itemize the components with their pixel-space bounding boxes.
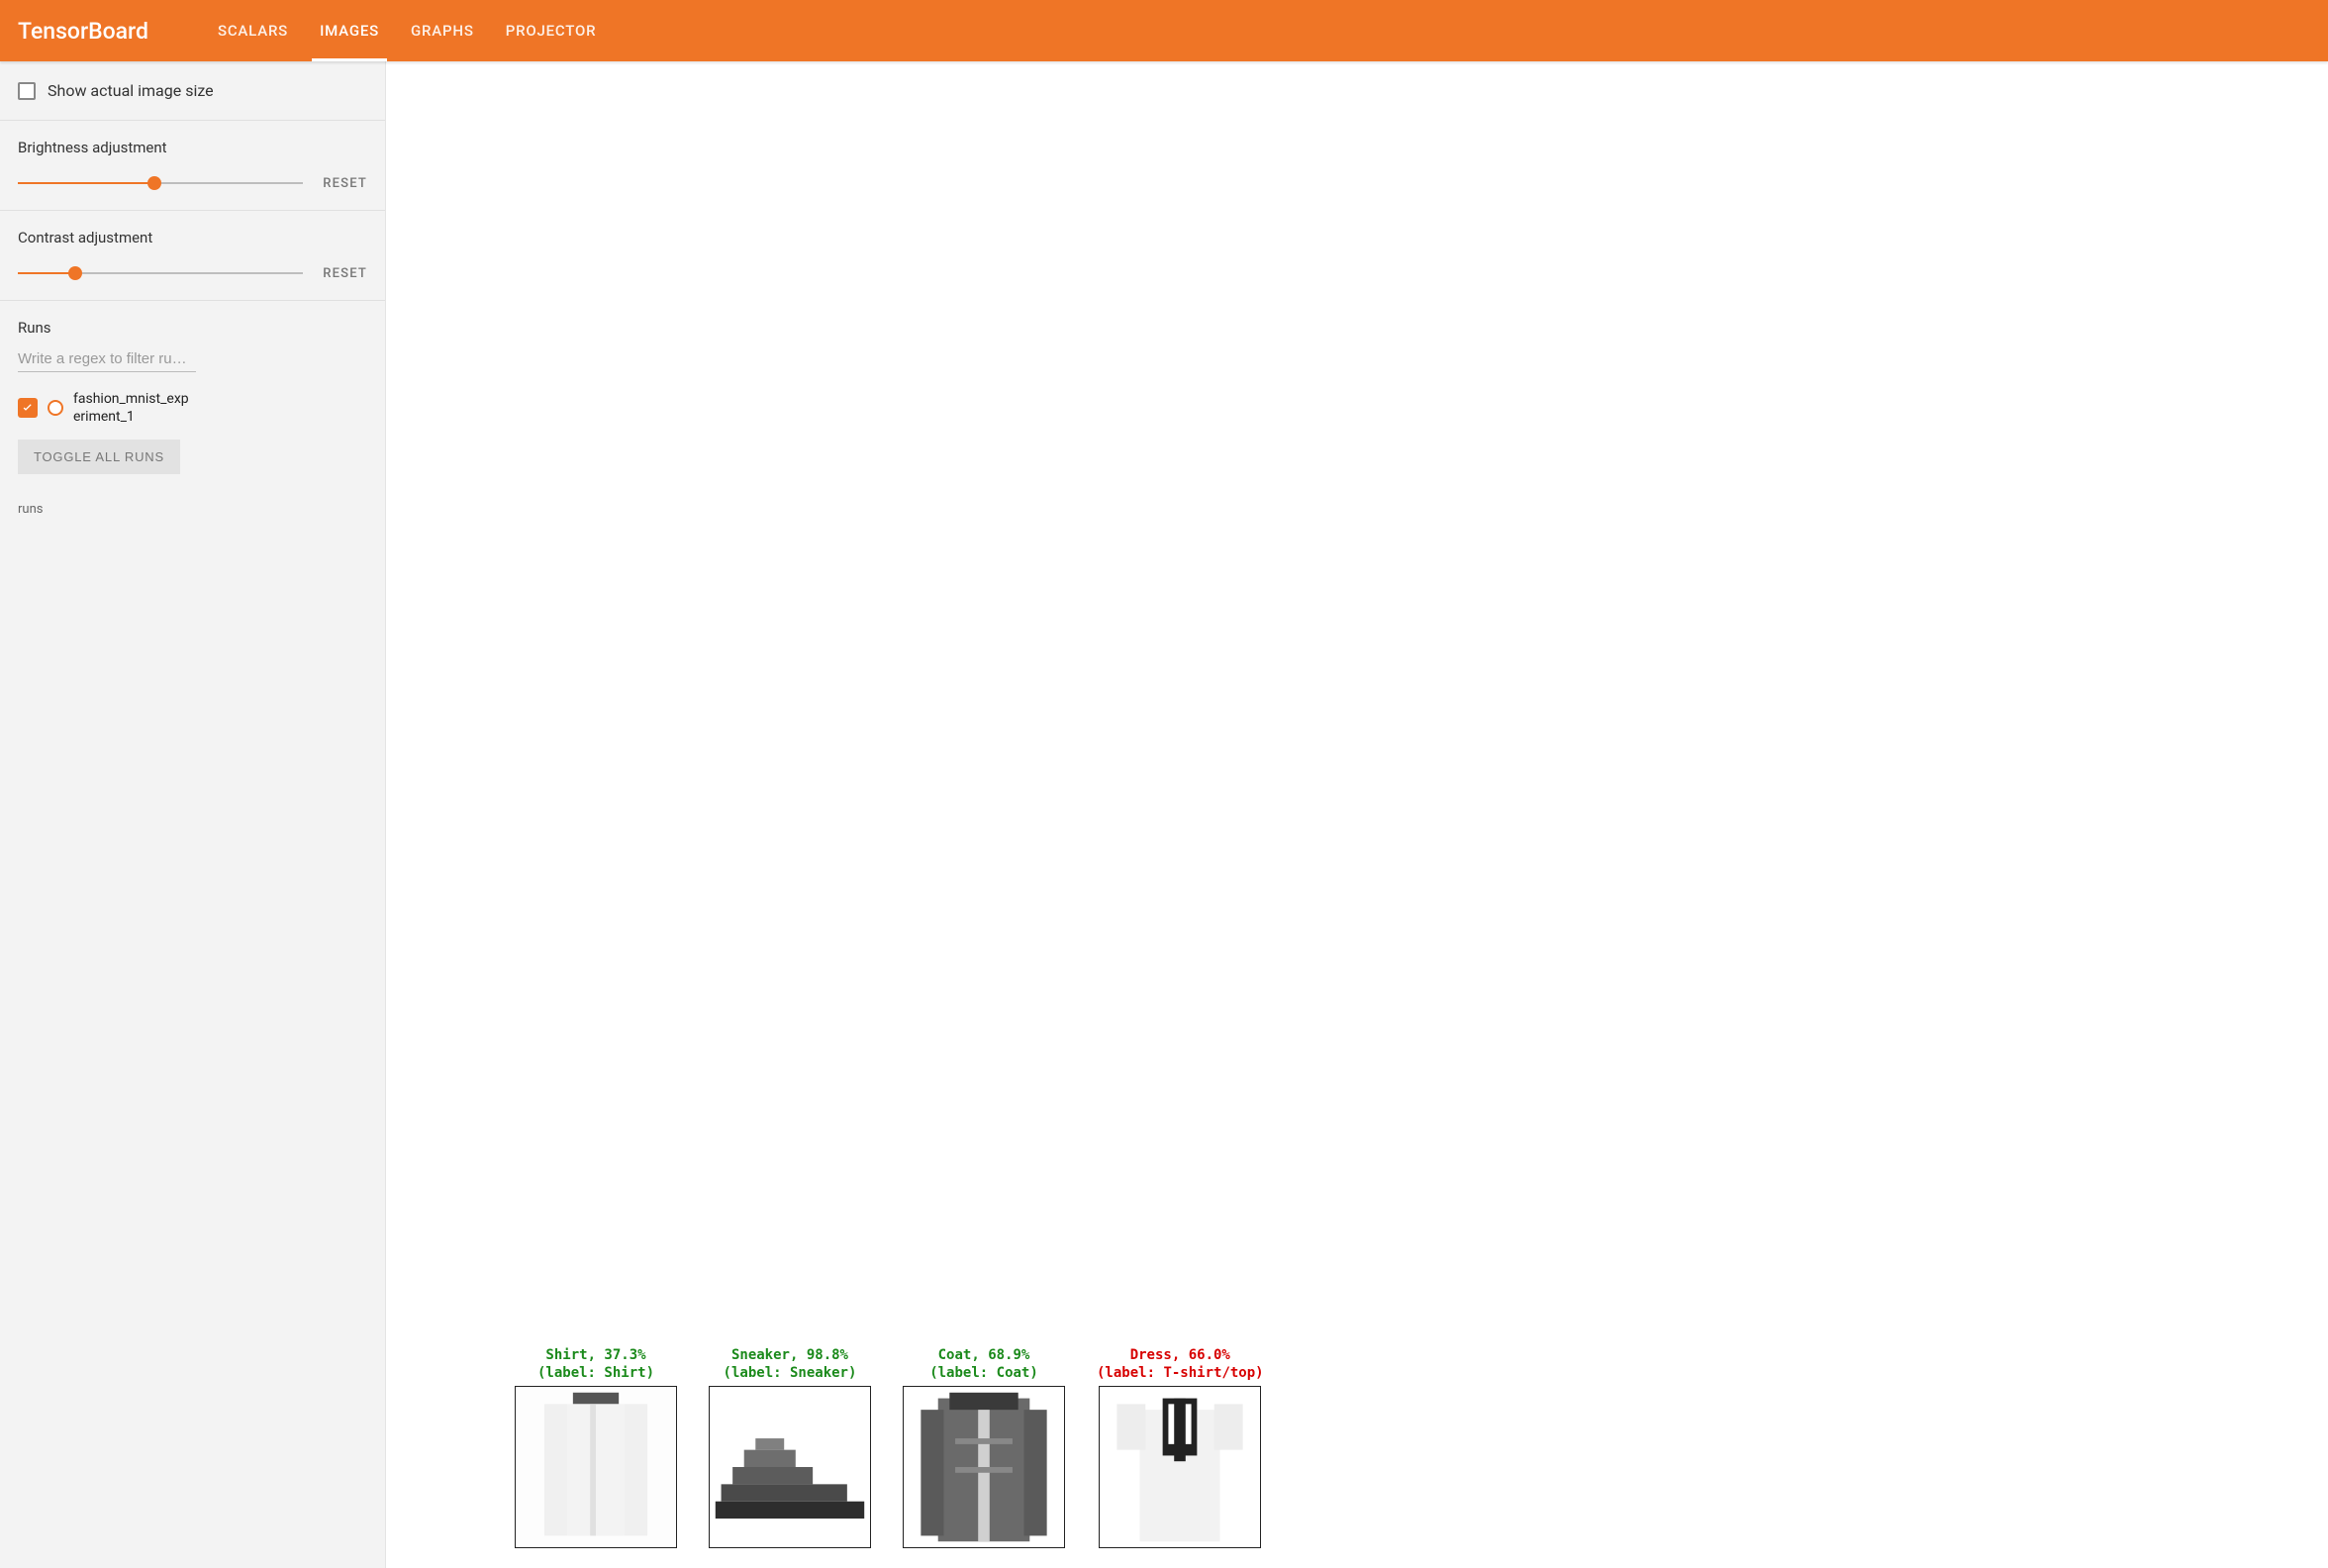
run-name: fashion_mnist_experiment_1	[73, 390, 192, 426]
brightness-reset-button[interactable]: RESET	[323, 176, 367, 191]
runs-title: Runs	[18, 319, 367, 337]
contrast-section: Contrast adjustment RESET	[0, 211, 385, 301]
image-thumb-0[interactable]	[515, 1386, 677, 1548]
image-caption-1: Sneaker, 98.8% (label: Sneaker)	[724, 1347, 857, 1382]
image-thumb-2[interactable]	[903, 1386, 1065, 1548]
image-caption-0: Shirt, 37.3% (label: Shirt)	[537, 1347, 654, 1382]
image-item-2: Coat, 68.9% (label: Coat)	[903, 1347, 1065, 1548]
image-item-3: Dress, 66.0% (label: T-shirt/top)	[1097, 1347, 1264, 1548]
image-grid: Shirt, 37.3% (label: Shirt) S	[515, 1347, 1264, 1548]
run-item: fashion_mnist_experiment_1	[18, 390, 367, 426]
coat-icon	[904, 1387, 1064, 1547]
tab-images[interactable]: IMAGES	[320, 0, 379, 61]
main-area: Shirt, 37.3% (label: Shirt) S	[386, 61, 2328, 1568]
runs-section: Runs fashion_mnist_experiment_1 TOGGLE A…	[0, 301, 385, 492]
tabs: SCALARS IMAGES GRAPHS PROJECTOR	[218, 0, 596, 61]
contrast-slider[interactable]	[18, 264, 303, 282]
runs-filter-input[interactable]	[18, 346, 196, 372]
image-item-0: Shirt, 37.3% (label: Shirt)	[515, 1347, 677, 1548]
tab-projector[interactable]: PROJECTOR	[506, 0, 597, 61]
brightness-slider[interactable]	[18, 174, 303, 192]
run-color-swatch[interactable]	[48, 400, 63, 416]
image-caption-3: Dress, 66.0% (label: T-shirt/top)	[1097, 1347, 1264, 1382]
image-item-1: Sneaker, 98.8% (label: Sneaker)	[709, 1347, 871, 1548]
image-thumb-3[interactable]	[1099, 1386, 1261, 1548]
run-checkbox[interactable]	[18, 398, 38, 418]
sneaker-icon	[710, 1387, 870, 1547]
tab-graphs[interactable]: GRAPHS	[411, 0, 474, 61]
tshirt-icon	[1100, 1387, 1260, 1547]
brightness-title: Brightness adjustment	[18, 139, 367, 156]
show-actual-size-label: Show actual image size	[48, 81, 214, 100]
brightness-section: Brightness adjustment RESET	[0, 121, 385, 211]
contrast-title: Contrast adjustment	[18, 229, 367, 246]
tab-scalars[interactable]: SCALARS	[218, 0, 288, 61]
image-caption-2: Coat, 68.9% (label: Coat)	[929, 1347, 1038, 1382]
shirt-icon	[516, 1387, 676, 1547]
show-actual-size-row: Show actual image size	[0, 61, 385, 121]
contrast-reset-button[interactable]: RESET	[323, 266, 367, 281]
runs-footer: runs	[0, 502, 385, 535]
sidebar: Show actual image size Brightness adjust…	[0, 61, 386, 1568]
top-header: TensorBoard SCALARS IMAGES GRAPHS PROJEC…	[0, 0, 2328, 61]
toggle-all-runs-button[interactable]: TOGGLE ALL RUNS	[18, 440, 180, 474]
app-logo: TensorBoard	[18, 18, 148, 45]
image-thumb-1[interactable]	[709, 1386, 871, 1548]
show-actual-size-checkbox[interactable]	[18, 82, 36, 100]
